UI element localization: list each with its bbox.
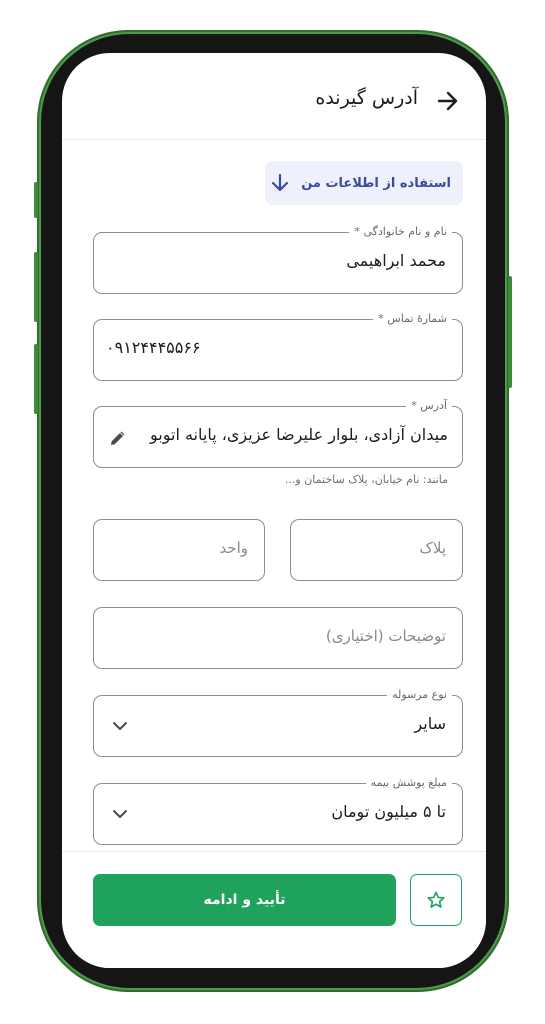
address-value: میدان آزادی، بلوار علیرضا عزیزی، پایانه … <box>150 425 448 444</box>
package-type-label: نوع مرسوله <box>387 688 452 702</box>
app-screen: آدرس گیرنده استفاده از اطلاعات من نام و … <box>62 53 486 968</box>
unit-field[interactable]: واحد <box>93 519 265 581</box>
phone-side-button <box>34 182 38 218</box>
phone-side-button <box>34 252 38 322</box>
description-field[interactable]: توضیحات (اختیاری) <box>93 607 463 669</box>
package-type-select[interactable]: نوع مرسوله سایر <box>93 688 463 757</box>
edit-pencil-icon[interactable] <box>108 428 128 448</box>
page-title: آدرس گیرنده <box>315 87 418 109</box>
full-name-label: نام و نام خانوادگی * <box>349 225 452 239</box>
confirm-continue-button[interactable]: تأیید و ادامه <box>93 874 396 926</box>
unit-placeholder: واحد <box>219 539 248 557</box>
phone-side-button <box>34 344 38 414</box>
use-my-info-button[interactable]: استفاده از اطلاعات من <box>265 161 463 205</box>
phone-side-button <box>508 276 512 388</box>
full-name-value: محمد ابراهیمی <box>346 251 446 270</box>
chevron-down-icon <box>113 810 127 818</box>
full-name-field[interactable]: نام و نام خانوادگی * محمد ابراهیمی <box>93 225 463 294</box>
star-icon <box>427 891 445 908</box>
favorite-button[interactable] <box>410 874 462 926</box>
use-my-info-label: استفاده از اطلاعات من <box>301 175 451 191</box>
chevron-down-icon <box>113 722 127 730</box>
address-helper-text: مانند: نام خیابان، پلاک ساختمان و... <box>284 473 448 486</box>
arrow-right-icon[interactable] <box>437 91 459 111</box>
insurance-label: مبلغ پوشش بیمه <box>365 776 452 790</box>
insurance-select[interactable]: مبلغ پوشش بیمه تا ۵ میلیون تومان <box>93 776 463 845</box>
phone-field[interactable]: شمارهٔ تماس * ۰۹۱۲۴۴۴۵۵۶۶ <box>93 312 463 381</box>
app-header: آدرس گیرنده <box>62 53 486 140</box>
plate-field[interactable]: پلاک <box>290 519 463 581</box>
arrow-down-icon <box>272 173 289 192</box>
insurance-value: تا ۵ میلیون تومان <box>331 802 446 821</box>
description-placeholder: توضیحات (اختیاری) <box>325 627 446 645</box>
phone-label: شمارهٔ تماس * <box>373 312 452 326</box>
address-label: آدرس * <box>406 399 452 413</box>
plate-placeholder: پلاک <box>419 539 446 557</box>
address-field[interactable]: آدرس * میدان آزادی، بلوار علیرضا عزیزی، … <box>93 399 463 468</box>
package-type-value: سایر <box>414 714 446 733</box>
phone-value: ۰۹۱۲۴۴۴۵۵۶۶ <box>106 338 201 357</box>
